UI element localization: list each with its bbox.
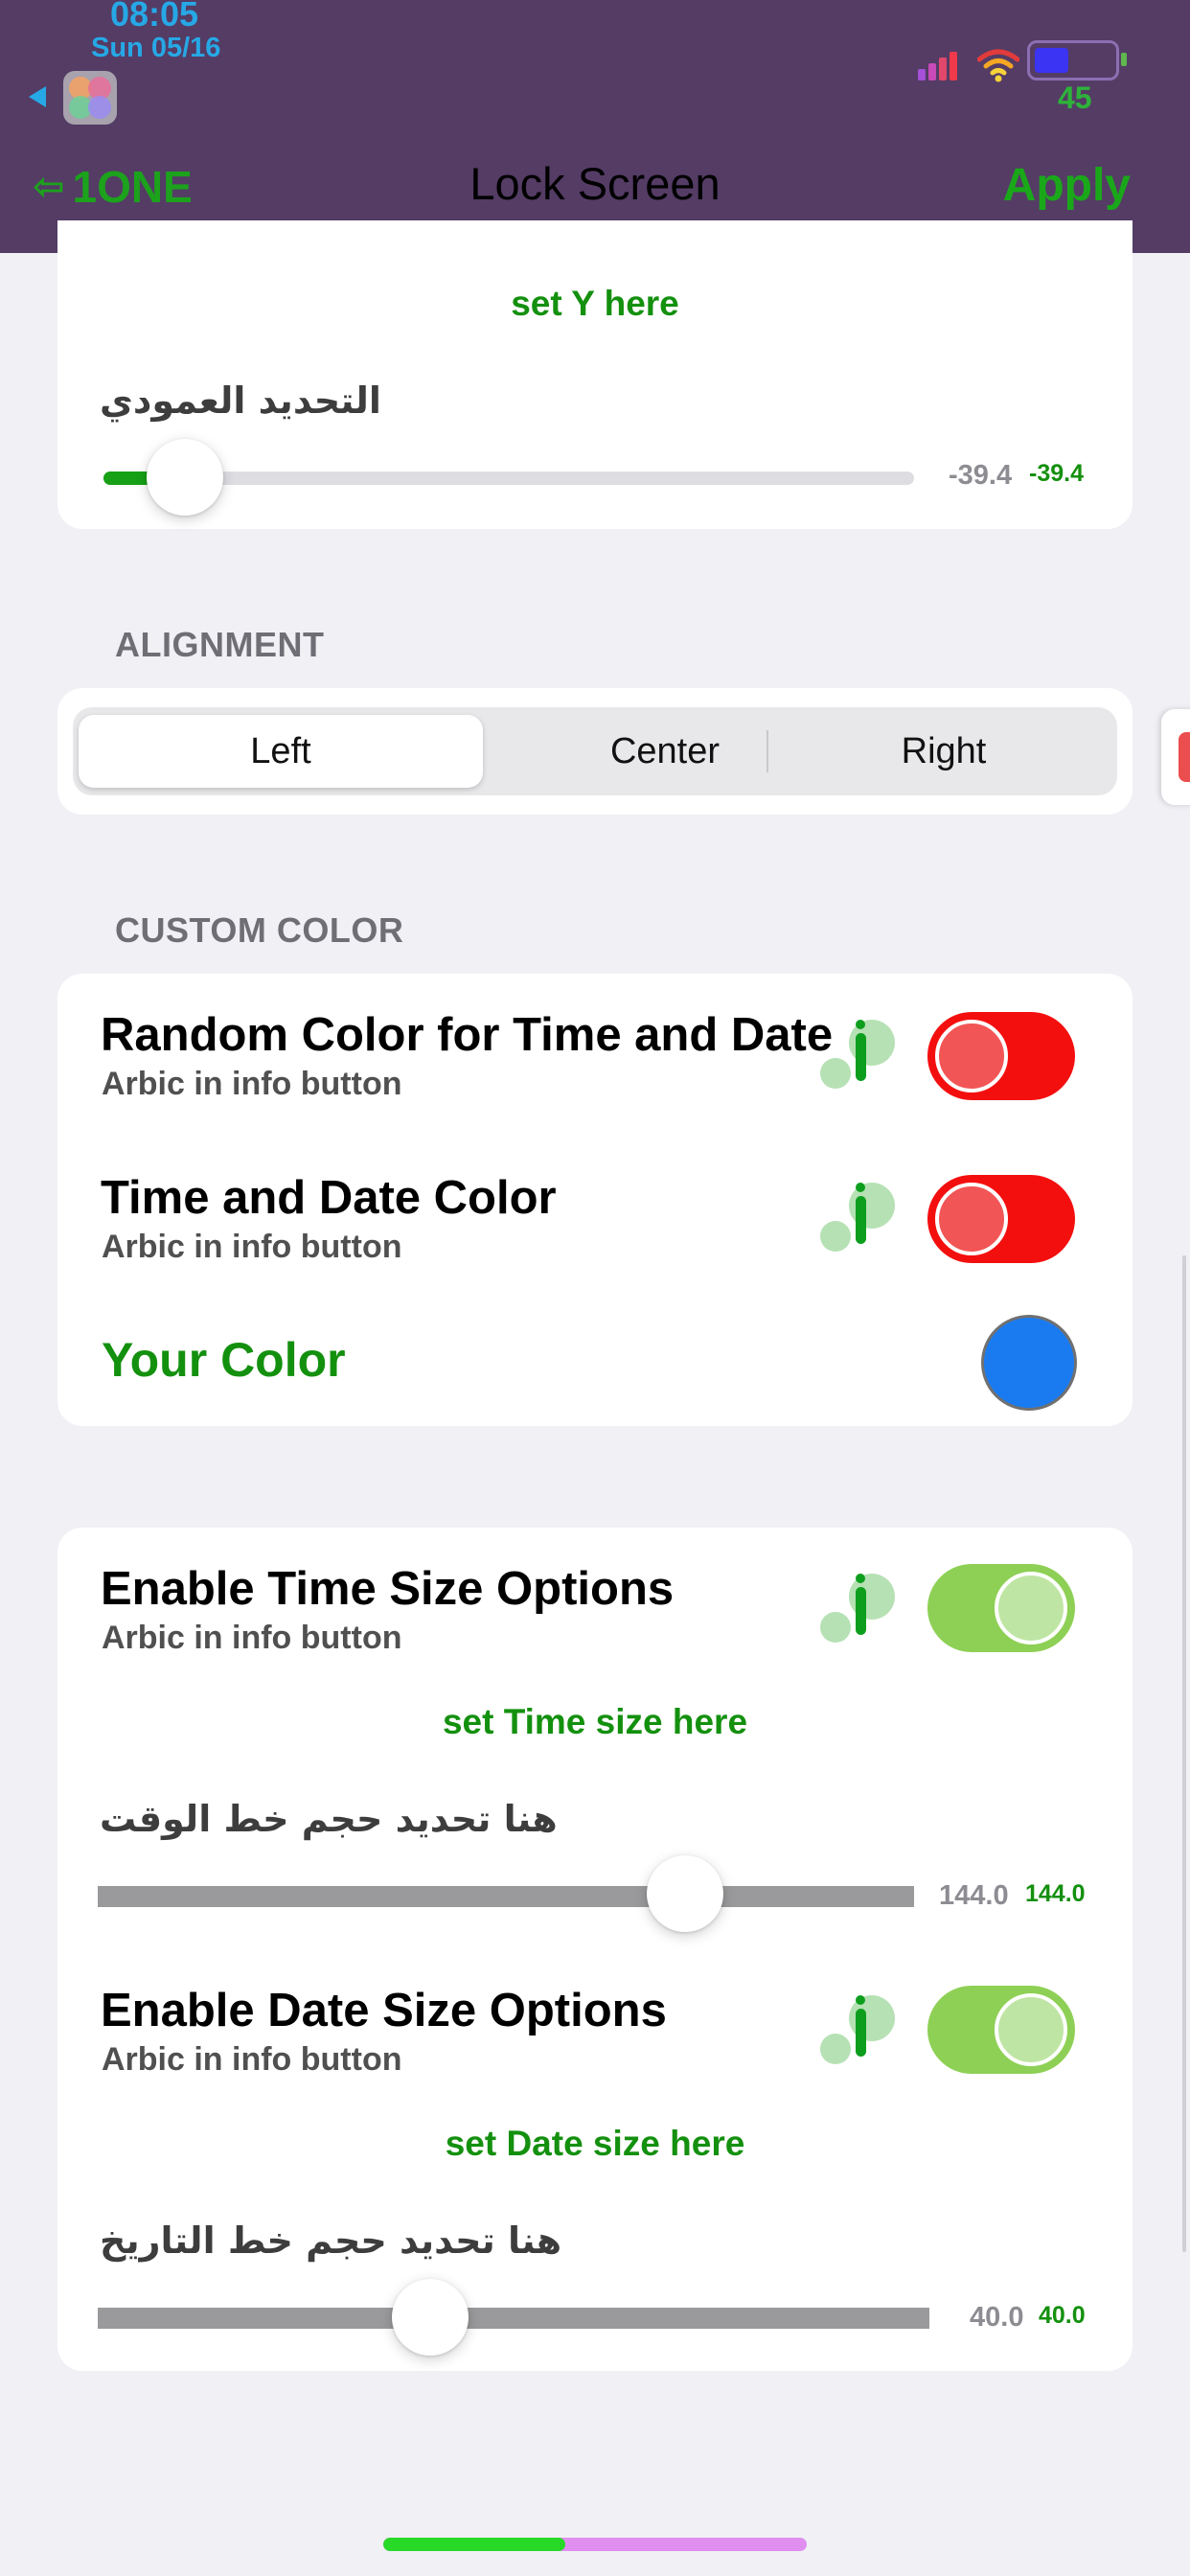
vertical-slider[interactable] <box>103 472 914 485</box>
battery-icon <box>1027 40 1119 80</box>
photos-app-icon[interactable] <box>63 71 117 125</box>
date-size-hint: set Date size here <box>445 2124 745 2163</box>
segment-divider <box>767 730 768 772</box>
time-size-value-green: 144.0 <box>1025 1880 1086 1907</box>
home-indicator[interactable] <box>383 2538 807 2551</box>
your-color-label: Your Color <box>102 1333 346 1387</box>
info-icon[interactable] <box>820 1990 897 2076</box>
date-size-subtitle: Arbic in info button <box>102 2041 402 2078</box>
cellular-signal-icon <box>918 48 968 80</box>
date-size-value: 40.0 <box>970 2302 1024 2333</box>
set-y-hint: set Y here <box>511 284 679 323</box>
date-size-arabic-label: هنا تحديد حجم خط التاريخ <box>100 2220 562 2262</box>
time-size-slider-thumb[interactable] <box>647 1855 723 1932</box>
info-icon[interactable] <box>820 1014 897 1100</box>
info-icon[interactable] <box>820 1177 897 1263</box>
segment-right[interactable]: Right <box>770 715 1117 788</box>
segment-left[interactable]: Left <box>79 715 483 788</box>
custom-color-header: CUSTOM COLOR <box>115 910 404 950</box>
date-size-toggle[interactable] <box>927 1986 1075 2074</box>
time-size-title: Enable Time Size Options <box>101 1563 675 1615</box>
random-color-toggle[interactable] <box>927 1012 1075 1100</box>
date-size-slider-thumb[interactable] <box>392 2279 469 2356</box>
random-color-subtitle: Arbic in info button <box>102 1066 402 1102</box>
vertical-value: -39.4 <box>949 460 1013 491</box>
vertical-slider-thumb[interactable] <box>147 439 223 516</box>
date-color-subtitle: Arbic in info button <box>102 1229 402 1265</box>
alignment-segmented-control: Left Center Right <box>73 707 1117 795</box>
date-size-value-green: 40.0 <box>1039 2302 1086 2329</box>
date-color-title: Time and Date Color <box>101 1172 557 1224</box>
time-size-subtitle: Arbic in info button <box>102 1620 402 1656</box>
date-color-toggle[interactable] <box>927 1175 1075 1263</box>
random-color-title: Random Color for Time and Date <box>101 1009 834 1061</box>
date-size-slider[interactable] <box>98 2308 929 2329</box>
status-date: Sun 05/16 <box>91 33 221 63</box>
scrollbar[interactable] <box>1182 1255 1186 2252</box>
time-size-hint: set Time size here <box>442 1702 748 1741</box>
battery-percent: 45 <box>1058 80 1092 115</box>
back-app-triangle-icon[interactable] <box>29 86 46 107</box>
apply-button[interactable]: Apply <box>1003 159 1131 212</box>
wifi-icon <box>977 49 1019 82</box>
date-size-title: Enable Date Size Options <box>101 1985 667 2036</box>
time-size-toggle[interactable] <box>927 1564 1075 1652</box>
time-size-arabic-label: هنا تحديد حجم خط الوقت <box>100 1798 558 1840</box>
alignment-header: ALIGNMENT <box>115 625 325 664</box>
battery-nub <box>1121 53 1127 66</box>
status-time: 08:05 <box>110 0 199 34</box>
time-size-slider[interactable] <box>98 1886 914 1907</box>
your-color-swatch[interactable] <box>981 1315 1077 1411</box>
vertical-arabic-label: التحديد العمودي <box>100 380 381 422</box>
time-size-value: 144.0 <box>939 1880 1009 1911</box>
info-icon[interactable] <box>820 1568 897 1654</box>
side-edge-tab[interactable] <box>1161 709 1190 805</box>
vertical-value-green: -39.4 <box>1029 460 1084 487</box>
